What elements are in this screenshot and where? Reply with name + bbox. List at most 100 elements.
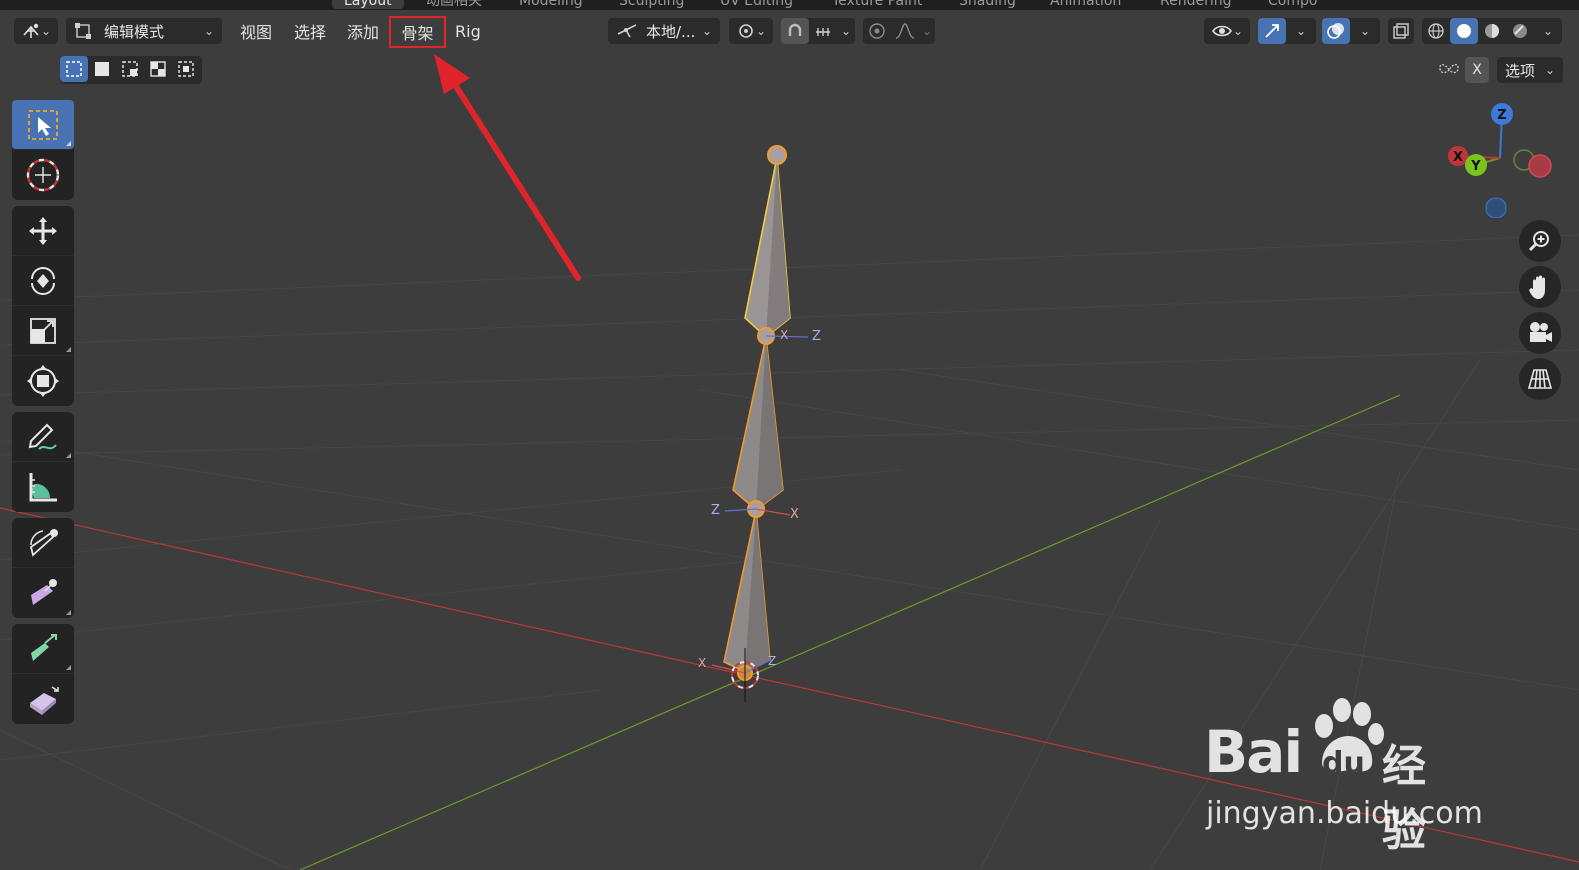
magnet-icon — [788, 23, 802, 36]
tab-animation-cn[interactable]: 动画相关 — [426, 0, 482, 9]
tab-sculpting[interactable]: Sculpting — [619, 0, 684, 9]
tab-compositing[interactable]: Compo — [1268, 0, 1317, 9]
rendered-shading-button[interactable] — [1506, 18, 1534, 44]
tab-texture-paint[interactable]: Texture Paint — [832, 0, 922, 9]
navigation-gizmo[interactable]: X Y Z — [1440, 98, 1560, 218]
zoom-button[interactable] — [1519, 220, 1561, 262]
camera-view-button[interactable] — [1519, 312, 1561, 354]
annotation-arrow — [434, 54, 581, 281]
chevron-down-icon: ⌄ — [1544, 63, 1555, 77]
tab-rendering[interactable]: Rendering — [1160, 0, 1232, 9]
chevron-down-icon[interactable]: ⌄ — [837, 18, 855, 44]
chevron-down-icon[interactable]: ⌄ — [1286, 18, 1316, 44]
overlay-icon — [1327, 23, 1344, 39]
bone-envelope-icon — [31, 579, 57, 605]
solid-shading-button[interactable] — [1450, 18, 1478, 44]
toolbar-select-group — [12, 100, 74, 200]
menu-rig[interactable]: Rig — [449, 18, 487, 44]
select-subtract-button[interactable] — [116, 56, 144, 82]
proportional-icon — [869, 23, 885, 39]
overlay-toggle[interactable] — [1322, 18, 1350, 44]
material-shading-button[interactable] — [1478, 18, 1506, 44]
bone-axis-label: X — [790, 507, 799, 522]
falloff-dropdown[interactable] — [891, 18, 919, 44]
bone-tip-joint[interactable] — [767, 145, 787, 165]
select-invert-button[interactable] — [144, 56, 172, 82]
proportional-editing: ⌄ — [863, 18, 935, 44]
wireframe-shading-button[interactable] — [1422, 18, 1450, 44]
grid-perspective-icon — [1527, 369, 1553, 389]
bone-axis-label: X — [698, 656, 707, 670]
gizmo-neg-x[interactable] — [1528, 154, 1552, 178]
pivot-icon — [739, 24, 753, 38]
tab-shading[interactable]: Shading — [959, 0, 1016, 9]
chevron-down-icon[interactable]: ⌄ — [1350, 18, 1380, 44]
roll-tool[interactable] — [12, 518, 74, 568]
mode-dropdown[interactable]: 编辑模式 ⌄ — [66, 18, 222, 44]
tab-modeling[interactable]: Modeling — [519, 0, 583, 9]
bone-axis-label: X — [780, 328, 789, 342]
bone-axis-label: Z — [768, 654, 777, 668]
mirror-x-toggle[interactable]: X — [1465, 57, 1489, 83]
select-intersect-button[interactable] — [172, 56, 200, 82]
move-arrows-icon — [29, 216, 57, 245]
bone-size-tool[interactable] — [12, 568, 74, 618]
proportional-toggle[interactable] — [863, 18, 891, 44]
gizmo-z-label: Z — [1497, 108, 1506, 123]
watermark-brand: Bai — [1204, 718, 1303, 786]
snap-target-dropdown[interactable] — [809, 18, 837, 44]
menu-add[interactable]: 添加 — [341, 18, 385, 44]
snap-toggle[interactable] — [781, 18, 809, 44]
menu-select[interactable]: 选择 — [288, 18, 332, 44]
mirror-options-toggle[interactable] — [1436, 57, 1462, 83]
move-tool[interactable] — [12, 206, 74, 256]
xray-toggle[interactable] — [1388, 18, 1414, 44]
gizmo-icon — [1265, 24, 1279, 38]
perspective-toggle-button[interactable] — [1519, 358, 1561, 400]
measure-tool[interactable] — [12, 462, 74, 512]
scale-tool[interactable] — [12, 306, 74, 356]
gizmo-toggle[interactable] — [1258, 18, 1286, 44]
gizmo-x-label: X — [1453, 150, 1463, 165]
menu-view[interactable]: 视图 — [234, 18, 278, 44]
chevron-down-icon[interactable]: ⌄ — [919, 18, 935, 44]
select-extend-button[interactable] — [88, 56, 116, 82]
menu-armature[interactable]: 骨架 — [389, 16, 446, 48]
select-intersect-icon — [178, 61, 194, 77]
extrude-tool[interactable] — [12, 624, 74, 674]
chevron-down-icon: ⌄ — [755, 24, 767, 38]
rendered-sphere-icon — [1513, 24, 1527, 38]
material-sphere-icon — [1485, 24, 1499, 38]
mode-label: 编辑模式 — [104, 22, 165, 41]
select-new-button[interactable] — [60, 56, 88, 82]
shear-tool[interactable] — [12, 674, 74, 724]
tab-animation[interactable]: Animation — [1050, 0, 1121, 9]
gizmo-neg-z[interactable] — [1485, 197, 1507, 218]
annotate-tool[interactable] — [12, 412, 74, 462]
tab-uv-editing[interactable]: UV Editing — [720, 0, 793, 9]
watermark-url: jingyan.baidu.com — [1206, 796, 1483, 831]
options-label: 选项 — [1505, 61, 1536, 80]
pivot-point-dropdown[interactable]: ⌄ — [729, 18, 773, 44]
select-box-icon — [66, 61, 82, 77]
zoom-icon — [1528, 231, 1549, 252]
select-box-tool[interactable] — [12, 100, 74, 150]
transform-icon — [27, 365, 59, 397]
visibility-dropdown[interactable]: ⌄ — [1204, 18, 1250, 44]
rotate-tool[interactable] — [12, 256, 74, 306]
options-dropdown[interactable]: 选项 ⌄ — [1497, 57, 1563, 83]
eye-icon — [1212, 25, 1232, 37]
tab-layout[interactable]: Layout — [332, 0, 404, 9]
transform-tool[interactable] — [12, 356, 74, 406]
workspace-tabs: Layout 动画相关 Modeling Sculpting UV Editin… — [0, 0, 1579, 10]
cursor-tool[interactable] — [12, 150, 74, 200]
shear-icon — [30, 686, 59, 715]
pan-button[interactable] — [1519, 266, 1561, 308]
armature[interactable] — [711, 145, 809, 681]
transform-orientation-dropdown[interactable]: 本地/... ⌄ — [608, 18, 720, 44]
chevron-down-icon: ⌄ — [203, 24, 214, 38]
chevron-down-icon[interactable]: ⌄ — [1534, 18, 1562, 44]
editor-type-button[interactable]: ⌄ — [14, 18, 58, 44]
extrude-bone-icon — [31, 633, 57, 661]
select-mode-buttons — [60, 56, 202, 84]
